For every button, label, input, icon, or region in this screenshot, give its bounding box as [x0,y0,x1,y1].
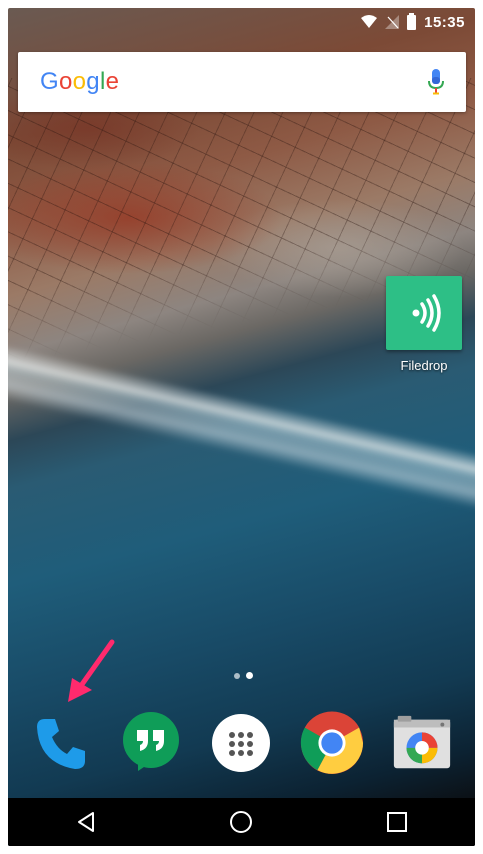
phone-icon [37,719,86,769]
dock-app-drawer[interactable] [209,711,273,775]
app-filedrop[interactable]: Filedrop [384,276,464,373]
mic-icon[interactable] [428,69,444,95]
page-dot-active [246,672,253,679]
status-time: 15:35 [424,13,465,31]
dock [8,703,475,783]
app-drawer-icon [212,714,271,772]
nav-recents[interactable] [377,802,417,842]
battery-icon [407,12,417,30]
dock-camera[interactable] [390,711,454,775]
page-indicator [234,672,253,679]
status-bar: 15:35 [8,8,475,36]
hangouts-icon [123,712,180,771]
wifi-icon [361,15,378,28]
home-screen: 15:35 Google Filedrop [8,8,475,846]
dock-hangouts[interactable] [119,711,183,775]
back-icon [77,812,94,832]
home-icon [230,811,253,833]
dock-chrome[interactable] [300,711,364,775]
filedrop-icon [386,276,462,350]
dock-phone[interactable] [29,711,93,775]
camera-icon [393,715,450,769]
signal-icon [385,15,400,29]
page-dot [234,672,240,679]
navigation-bar [8,798,475,846]
arrow-icon [68,639,115,702]
google-logo: Google [40,68,120,95]
nav-home[interactable] [221,802,261,842]
nav-back[interactable] [66,802,106,842]
google-search-bar[interactable]: Google [18,52,466,112]
chrome-icon [300,711,363,775]
recents-icon [387,812,408,832]
app-label-filedrop: Filedrop [400,358,448,373]
